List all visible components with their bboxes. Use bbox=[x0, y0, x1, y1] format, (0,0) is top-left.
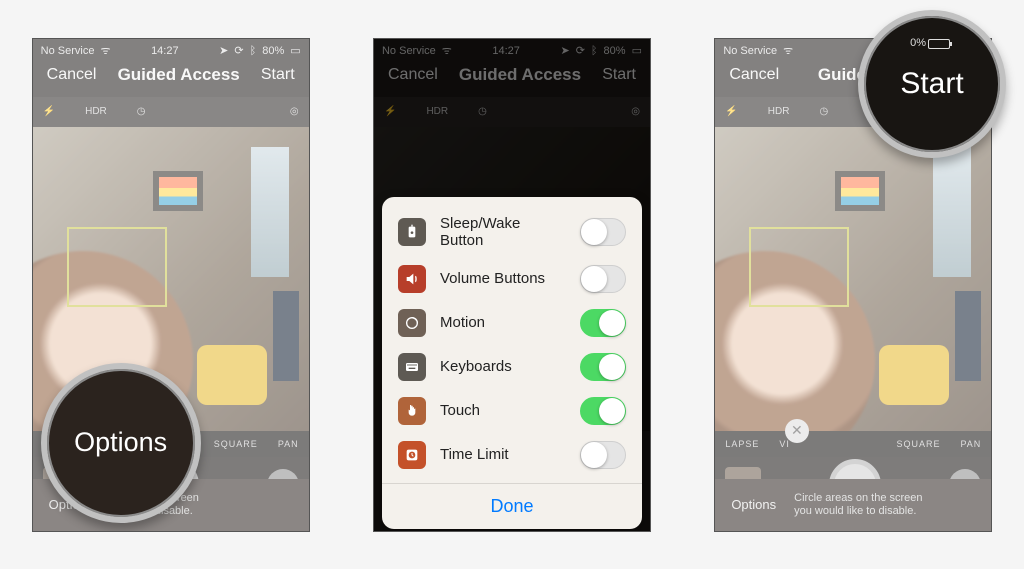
option-row: Motion bbox=[382, 301, 642, 345]
mode-square[interactable]: SQUARE bbox=[896, 439, 940, 449]
battery-pct-zoom: 0% bbox=[910, 38, 926, 49]
hint-line1: Circle areas on the screen bbox=[794, 492, 922, 505]
clock: 14:27 bbox=[151, 45, 179, 57]
option-toggle[interactable] bbox=[580, 441, 626, 469]
start-button-zoomed[interactable]: Start bbox=[900, 69, 963, 99]
zoom-callout-start: 0% Start bbox=[858, 10, 1006, 158]
time-limit-icon bbox=[398, 441, 426, 469]
phone-step-1: No Service ᯤ 14:27 ➤ ⟳ ᛒ 80% ▭ Cancel Gu… bbox=[32, 38, 310, 532]
status-bar: No Service ᯤ 14:27 ➤ ⟳ ᛒ 80% ▭ bbox=[33, 39, 309, 59]
option-label: Sleep/Wake Button bbox=[440, 215, 566, 249]
camera-flip-icon[interactable]: ◎ bbox=[290, 106, 299, 117]
disable-region-rect[interactable] bbox=[67, 227, 167, 307]
done-button[interactable]: Done bbox=[382, 483, 642, 529]
battery-icon: ▭ bbox=[290, 44, 300, 57]
mode-square[interactable]: SQUARE bbox=[214, 439, 258, 449]
bluetooth-icon: ᛒ bbox=[250, 45, 257, 57]
option-row: Volume Buttons bbox=[382, 257, 642, 301]
timer-icon[interactable]: ◷ bbox=[137, 106, 146, 117]
camera-top-strip: ⚡ HDR ◷ ◎ bbox=[33, 97, 309, 127]
camera-viewfinder bbox=[715, 127, 991, 431]
flash-icon[interactable]: ⚡ bbox=[725, 106, 737, 117]
start-button[interactable]: Start bbox=[261, 66, 295, 84]
zoom-callout-options: Options bbox=[41, 363, 201, 523]
option-toggle[interactable] bbox=[580, 353, 626, 381]
carrier-label: No Service bbox=[41, 45, 95, 57]
options-sheet: Sleep/Wake Button Volume Buttons Motion … bbox=[382, 197, 642, 529]
cancel-button[interactable]: Cancel bbox=[729, 66, 779, 84]
option-row: Sleep/Wake Button bbox=[382, 207, 642, 257]
close-region-icon[interactable]: ✕ bbox=[785, 419, 809, 443]
flash-icon[interactable]: ⚡ bbox=[43, 106, 55, 117]
option-row: Time Limit bbox=[382, 433, 642, 477]
options-button-zoomed[interactable]: Options bbox=[74, 427, 167, 458]
option-row: Keyboards bbox=[382, 345, 642, 389]
mode-timelapse[interactable]: LAPSE bbox=[725, 439, 759, 449]
camera-mode-strip: ✕ LAPSE VI SQUARE PAN bbox=[715, 431, 991, 457]
timer-icon[interactable]: ◷ bbox=[819, 106, 828, 117]
option-toggle[interactable] bbox=[580, 309, 626, 337]
option-label: Time Limit bbox=[440, 446, 566, 463]
battery-icon bbox=[928, 39, 950, 49]
location-icon: ➤ bbox=[219, 44, 228, 57]
keyboard-icon bbox=[398, 353, 426, 381]
option-toggle[interactable] bbox=[580, 218, 626, 246]
disable-region-rect[interactable] bbox=[749, 227, 849, 307]
hdr-toggle[interactable]: HDR bbox=[85, 106, 107, 117]
volume-icon bbox=[398, 265, 426, 293]
sleep-wake-icon bbox=[398, 218, 426, 246]
hdr-toggle[interactable]: HDR bbox=[768, 106, 790, 117]
wifi-icon: ᯤ bbox=[783, 43, 793, 58]
wifi-icon: ᯤ bbox=[100, 43, 110, 58]
battery-pct: 80% bbox=[262, 45, 284, 57]
phone-step-2: No Service ᯤ 14:27 ➤ ⟳ ᛒ 80% ▭ Cancel Gu… bbox=[373, 38, 651, 532]
option-toggle[interactable] bbox=[580, 397, 626, 425]
lock-icon: ⟳ bbox=[234, 44, 243, 57]
option-label: Touch bbox=[440, 402, 566, 419]
option-label: Motion bbox=[440, 314, 566, 331]
option-row: Touch bbox=[382, 389, 642, 433]
motion-icon bbox=[398, 309, 426, 337]
cancel-button[interactable]: Cancel bbox=[47, 66, 97, 84]
carrier-label: No Service bbox=[723, 45, 777, 57]
nav-bar: Cancel Guided Access Start bbox=[33, 59, 309, 97]
option-toggle[interactable] bbox=[580, 265, 626, 293]
nav-title: Guided Access bbox=[118, 65, 240, 85]
mode-pano[interactable]: PAN bbox=[278, 439, 299, 449]
options-button[interactable]: Options bbox=[731, 497, 776, 512]
guided-access-footer: Options Circle areas on the screen you w… bbox=[715, 479, 991, 531]
option-label: Volume Buttons bbox=[440, 270, 566, 287]
mode-pano[interactable]: PAN bbox=[960, 439, 981, 449]
hint-line2: you would like to disable. bbox=[794, 505, 922, 518]
touch-icon bbox=[398, 397, 426, 425]
option-label: Keyboards bbox=[440, 358, 566, 375]
